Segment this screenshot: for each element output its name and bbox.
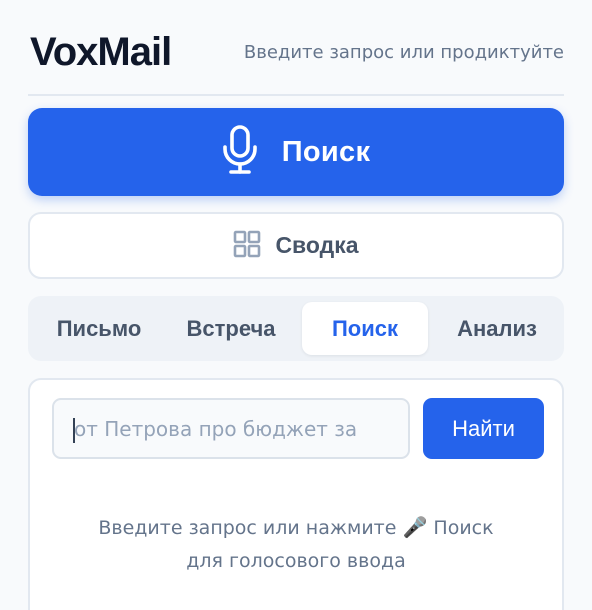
hint-line-1: Введите запрос или нажмите 🎤 Поиск bbox=[98, 515, 494, 539]
text-caret bbox=[73, 418, 75, 443]
app-logo: VoxMail bbox=[30, 30, 172, 74]
find-button[interactable]: Найти bbox=[423, 398, 544, 459]
search-panel: Найти Введите запрос или нажмите 🎤 Поиск… bbox=[28, 378, 564, 610]
tab-letter[interactable]: Письмо bbox=[36, 302, 162, 355]
summary-button[interactable]: Сводка bbox=[28, 212, 564, 279]
header: VoxMail Введите запрос или продиктуйте bbox=[28, 0, 564, 96]
tab-search[interactable]: Поиск bbox=[302, 302, 428, 355]
tab-analysis[interactable]: Анализ bbox=[434, 302, 560, 355]
voice-search-button[interactable]: Поиск bbox=[28, 108, 564, 196]
search-hint: Введите запрос или нажмите 🎤 Поиск для г… bbox=[30, 511, 562, 578]
voice-search-label: Поиск bbox=[281, 135, 371, 168]
search-input[interactable] bbox=[52, 398, 410, 459]
tab-meeting[interactable]: Встреча bbox=[168, 302, 294, 355]
app-root: VoxMail Введите запрос или продиктуйте П… bbox=[0, 0, 592, 610]
app-subtitle: Введите запрос или продиктуйте bbox=[243, 42, 564, 63]
mode-tabs: Письмо Встреча Поиск Анализ bbox=[28, 296, 564, 361]
summary-label: Сводка bbox=[275, 232, 359, 258]
microphone-icon bbox=[222, 125, 258, 179]
hint-line-2: для голосового ввода bbox=[186, 550, 406, 572]
grid-icon bbox=[233, 230, 261, 262]
microphone-emoji-icon: 🎤 bbox=[402, 515, 428, 539]
